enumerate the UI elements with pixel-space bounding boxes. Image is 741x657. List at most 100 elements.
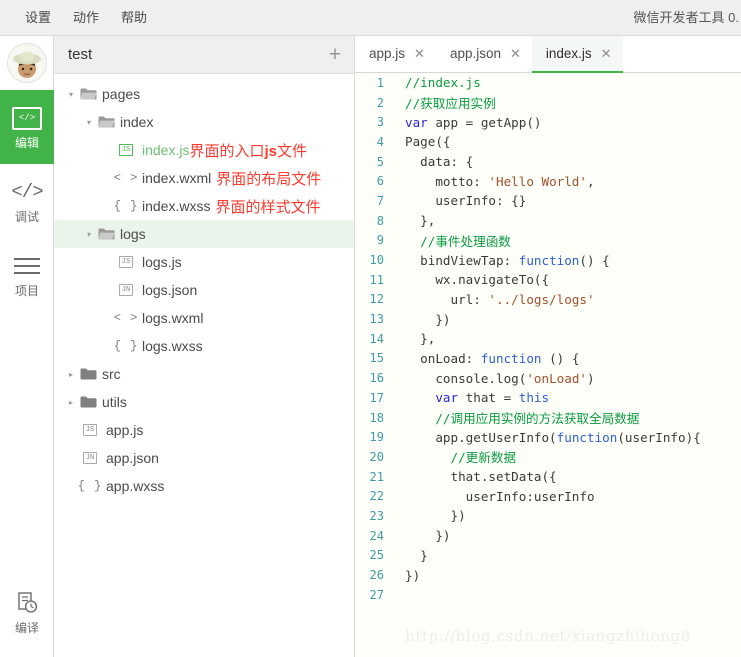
- code-line-text: },: [393, 213, 435, 228]
- code-line-text: userInfo:userInfo: [393, 489, 595, 504]
- js-file-icon: JS: [78, 424, 102, 436]
- line-number: 12: [355, 292, 393, 306]
- code-token: data: {: [405, 154, 473, 169]
- file-annotation: 界面的样式文件: [215, 196, 320, 217]
- close-icon[interactable]: ✕: [601, 46, 612, 62]
- activity-item-debug[interactable]: </>调试: [0, 164, 54, 238]
- activity-item-edit[interactable]: </>编辑: [0, 90, 54, 164]
- menu-actions[interactable]: 动作: [62, 0, 110, 35]
- line-number: 2: [355, 96, 393, 110]
- file-tree-row[interactable]: ▸JNlogs.json: [54, 276, 354, 304]
- file-tree-item-label: app.json: [106, 450, 159, 466]
- code-token: ): [587, 371, 595, 386]
- line-number: 8: [355, 214, 393, 228]
- file-tree-item-label: app.js: [106, 422, 143, 438]
- code-line: 19 app.getUserInfo(function(userInfo){: [355, 427, 741, 447]
- watermark: http://blog.csdn.net/xiangzhihong8: [355, 627, 741, 645]
- line-number: 5: [355, 155, 393, 169]
- code-line-text: onLoad: function () {: [393, 351, 579, 366]
- file-tree-row[interactable]: ▸JSapp.js: [54, 416, 354, 444]
- code-token: url:: [405, 292, 488, 307]
- folder-open-icon: [96, 115, 116, 129]
- editor-tab[interactable]: index.js ✕: [532, 36, 623, 73]
- line-number: 16: [355, 371, 393, 385]
- activity-item-project[interactable]: 项目: [0, 238, 54, 312]
- file-tree: ▾pages▾index▸JSindex.js界面的入口js文件▸< >inde…: [54, 74, 354, 500]
- wxss-file-icon: { }: [114, 199, 138, 213]
- line-number: 10: [355, 253, 393, 267]
- code-line: 4Page({: [355, 132, 741, 152]
- file-tree-row[interactable]: ▾pages: [54, 80, 354, 108]
- code-line-text: }: [393, 548, 428, 563]
- code-line: 2 //获取应用实例: [355, 93, 741, 113]
- code-lines[interactable]: 1//index.js2//获取应用实例3var app = getApp()4…: [355, 73, 741, 605]
- file-tree-row[interactable]: ▸JSindex.js界面的入口js文件: [54, 136, 354, 164]
- code-line-text: }): [393, 528, 451, 543]
- window-title: 微信开发者工具 0.: [634, 0, 741, 35]
- avatar[interactable]: [7, 43, 47, 83]
- file-tree-row[interactable]: ▸< >index.wxml界面的布局文件: [54, 164, 354, 192]
- code-line: 8 },: [355, 211, 741, 231]
- file-tree-row[interactable]: ▸JSlogs.js: [54, 248, 354, 276]
- avatar-container[interactable]: [0, 36, 54, 90]
- file-tree-row[interactable]: ▾index: [54, 108, 354, 136]
- code-editor-panel: app.js✕app.json✕index.js✕ 1//index.js2//…: [355, 36, 741, 657]
- code-token: }: [405, 548, 428, 563]
- line-number: 13: [355, 312, 393, 326]
- code-token: //index.js: [405, 75, 481, 90]
- file-tree-row[interactable]: ▸{ }logs.wxss: [54, 332, 354, 360]
- file-tree-row[interactable]: ▾ logs: [54, 220, 354, 248]
- code-token: var: [405, 115, 428, 130]
- editor-tab[interactable]: app.json✕: [436, 36, 532, 73]
- code-token: console.log(: [405, 371, 526, 386]
- menu-help[interactable]: 帮助: [110, 0, 158, 35]
- activity-item-compile[interactable]: 编译: [0, 575, 54, 649]
- chevron-down-icon[interactable]: ▾: [64, 90, 78, 99]
- code-line: 3var app = getApp(): [355, 112, 741, 132]
- menu-settings[interactable]: 设置: [14, 0, 62, 35]
- code-line: 7 userInfo: {}: [355, 191, 741, 211]
- code-area[interactable]: 1//index.js2//获取应用实例3var app = getApp()4…: [355, 73, 741, 657]
- code-token: wx.navigateTo({: [405, 272, 549, 287]
- wxml-file-icon: < >: [114, 311, 138, 325]
- add-file-button[interactable]: +: [316, 36, 354, 74]
- wxss-file-icon: { }: [78, 479, 102, 493]
- file-tree-row[interactable]: ▸utils: [54, 388, 354, 416]
- code-token: ,: [587, 174, 595, 189]
- close-icon[interactable]: ✕: [414, 46, 425, 62]
- line-number: 11: [355, 273, 393, 287]
- code-line: 14 },: [355, 329, 741, 349]
- close-icon[interactable]: ✕: [510, 46, 521, 62]
- file-tree-item-label: logs: [120, 226, 146, 242]
- menu-bar: 设置动作帮助 微信开发者工具 0.: [0, 0, 741, 36]
- chevron-down-icon[interactable]: ▾: [82, 118, 96, 127]
- line-number: 27: [355, 588, 393, 602]
- file-annotation: 界面的入口js文件: [189, 140, 307, 161]
- code-line-text: //获取应用实例: [393, 93, 496, 112]
- file-tree-item-label: index.wxml: [142, 170, 211, 186]
- editor-tab-label: index.js: [546, 46, 592, 61]
- code-token: function: [557, 430, 618, 445]
- code-line-text: }): [393, 568, 420, 583]
- code-token: userInfo:userInfo: [405, 489, 595, 504]
- file-tree-row[interactable]: ▸{ }index.wxss界面的样式文件: [54, 192, 354, 220]
- code-token: },: [405, 331, 435, 346]
- line-number: 23: [355, 509, 393, 523]
- code-token: function: [481, 351, 542, 366]
- file-tree-row[interactable]: ▸{ }app.wxss: [54, 472, 354, 500]
- chevron-right-icon[interactable]: ▸: [64, 398, 78, 407]
- code-token: //调用应用实例的方法获取全局数据: [405, 411, 639, 426]
- editor-tab[interactable]: app.js✕: [355, 36, 436, 73]
- file-tree-row[interactable]: ▸< >logs.wxml: [54, 304, 354, 332]
- file-tree-row[interactable]: ▸JNapp.json: [54, 444, 354, 472]
- code-line: 20 //更新数据: [355, 447, 741, 467]
- code-line-text: //调用应用实例的方法获取全局数据: [393, 408, 639, 427]
- avatar-image: [8, 44, 46, 82]
- chevron-right-icon[interactable]: ▸: [64, 370, 78, 379]
- line-number: 21: [355, 470, 393, 484]
- chevron-down-icon[interactable]: ▾: [82, 230, 96, 239]
- code-token: app.getUserInfo(: [405, 430, 557, 445]
- file-tree-row[interactable]: ▸src: [54, 360, 354, 388]
- explorer-header: test +: [54, 36, 354, 74]
- code-token: //获取应用实例: [405, 96, 496, 111]
